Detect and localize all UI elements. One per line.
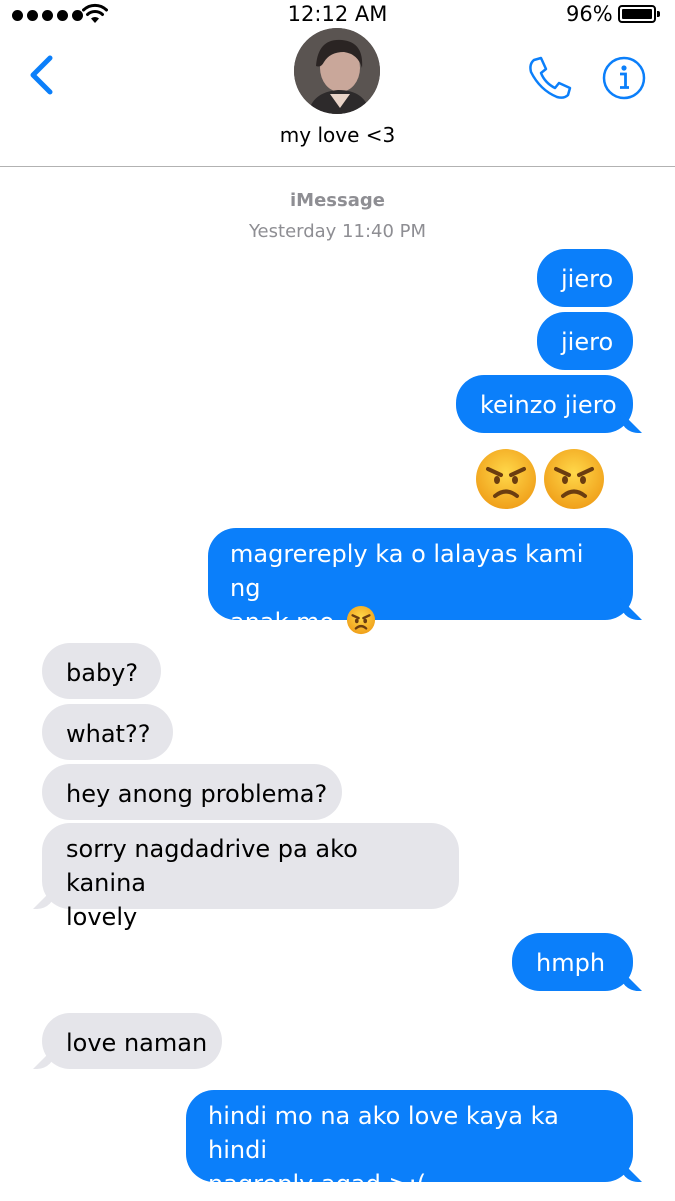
message-text-line: anak mo: [230, 608, 335, 636]
info-icon: [602, 56, 646, 100]
sent-message[interactable]: hmph: [512, 933, 633, 991]
message-text-line: nagreply agad >:(: [208, 1170, 427, 1198]
message-text-line: sorry nagdadrive pa ako kanina: [66, 835, 358, 897]
sent-message[interactable]: keinzo jiero: [456, 375, 633, 433]
thread-timestamp: Yesterday 11:40 PM: [248, 221, 427, 242]
message-text: hmph: [536, 949, 606, 977]
avatar-photo: [294, 28, 380, 114]
contact-avatar[interactable]: [294, 28, 380, 114]
received-message[interactable]: what??: [42, 704, 173, 760]
message-text-line: magrereply ka o lalayas kami ng: [230, 540, 584, 602]
message-text: keinzo jiero: [480, 391, 617, 419]
received-message[interactable]: sorry nagdadrive pa ako kanina lovely: [42, 823, 459, 931]
sent-message[interactable]: magrereply ka o lalayas kami ng anak mo: [208, 528, 633, 636]
angry-face-icon: [544, 449, 604, 509]
phone-icon: [529, 56, 572, 99]
sent-message[interactable]: hindi mo na ako love kaya ka hindi nagre…: [186, 1090, 633, 1198]
call-button[interactable]: [524, 54, 574, 102]
emoji-message[interactable]: [474, 447, 606, 511]
message-text: love naman: [66, 1029, 208, 1057]
message-text: jiero: [561, 265, 614, 293]
message-text: what??: [66, 720, 151, 748]
received-message[interactable]: baby?: [42, 643, 161, 699]
contact-name[interactable]: my love <3: [0, 123, 675, 147]
service-label: iMessage: [290, 190, 385, 211]
sent-message[interactable]: jiero: [537, 249, 633, 307]
chevron-left-icon: [30, 55, 53, 95]
angry-face-icon: [476, 449, 536, 509]
received-message[interactable]: hey anong problema?: [42, 764, 342, 820]
back-button[interactable]: [24, 50, 64, 100]
message-text: hey anong problema?: [66, 780, 328, 808]
battery-icon: [618, 5, 660, 23]
info-button[interactable]: [600, 54, 648, 102]
message-text-line: hindi mo na ako love kaya ka hindi: [208, 1102, 559, 1164]
battery-percent: 96%: [566, 2, 613, 26]
status-bar: 12:12 AM 96%: [0, 0, 675, 30]
received-message[interactable]: love naman: [42, 1013, 222, 1069]
sent-message[interactable]: jiero: [537, 312, 633, 370]
message-text: baby?: [66, 659, 139, 687]
message-text: jiero: [561, 328, 614, 356]
message-text-line: lovely: [66, 903, 138, 931]
angry-face-icon: [346, 605, 375, 635]
conversation-header: my love <3: [0, 28, 675, 167]
